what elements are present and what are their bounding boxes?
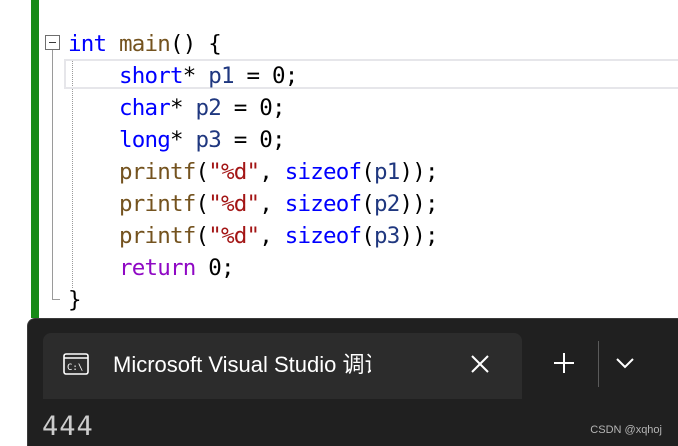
code-line[interactable]: return 0; <box>68 252 438 284</box>
code-token: , <box>259 223 285 249</box>
code-token: short <box>119 63 184 89</box>
tab-separator <box>598 341 599 387</box>
code-token: p2 <box>195 95 222 121</box>
code-token: ( <box>195 159 209 185</box>
code-token: p1 <box>208 63 234 89</box>
code-token: , <box>259 191 285 217</box>
code-line[interactable]: printf("%d", sizeof(p2)); <box>68 188 439 220</box>
console-icon: C:\ <box>63 353 89 375</box>
code-token: sizeof <box>284 159 362 185</box>
code-token: char <box>119 95 171 121</box>
code-token: ( <box>361 191 375 217</box>
code-token: , <box>259 159 285 185</box>
code-line[interactable]: long* p3 = 0; <box>68 124 438 156</box>
code-token: sizeof <box>284 223 362 249</box>
code-token: )); <box>399 159 438 185</box>
code-token: p2 <box>373 191 400 217</box>
code-token: * <box>170 127 196 153</box>
code-token: printf <box>119 223 196 249</box>
tab-title: Microsoft Visual Studio 调试控制台 <box>113 352 371 377</box>
code-token: p3 <box>195 127 222 153</box>
code-token: p3 <box>373 223 400 249</box>
svg-text:C:\: C:\ <box>67 363 83 373</box>
outline-fold-end <box>52 299 60 300</box>
plus-icon[interactable] <box>552 351 576 375</box>
editor-gutter <box>0 0 31 318</box>
code-token: printf <box>119 191 196 217</box>
code-token: "%d" <box>208 223 260 249</box>
screen: int main() { short* p1 = 0; char* p2 = 0… <box>0 0 678 446</box>
code-token: = 0; <box>221 127 286 153</box>
code-token: * <box>170 95 196 121</box>
code-line[interactable]: printf("%d", sizeof(p1)); <box>68 156 439 188</box>
chevron-down-icon[interactable] <box>614 355 636 371</box>
code-line[interactable]: int main() { <box>68 28 438 60</box>
collapse-icon[interactable] <box>45 35 60 50</box>
code-token: "%d" <box>208 159 260 185</box>
code-line[interactable]: char* p2 = 0; <box>68 92 438 124</box>
code-token: "%d" <box>208 191 260 217</box>
code-token: = 0; <box>233 63 298 89</box>
code-token: int <box>68 31 107 57</box>
code-line[interactable]: short* p1 = 0; <box>68 60 438 92</box>
code-token: return <box>119 255 196 281</box>
close-icon[interactable] <box>467 351 493 377</box>
code-token: ( <box>361 159 375 185</box>
code-line[interactable]: printf("%d", sizeof(p3)); <box>68 220 439 252</box>
change-tracking-bar <box>31 0 39 318</box>
code-token: ( <box>195 223 209 249</box>
console-output: 444 <box>42 411 94 442</box>
watermark: CSDN @xqhoj <box>590 424 662 436</box>
outline-fold-line <box>52 50 53 300</box>
code-token: * <box>182 63 209 89</box>
code-token: ( <box>195 191 209 217</box>
code-token: )); <box>399 191 438 217</box>
code-token: ( <box>361 223 375 249</box>
debug-console-window: C:\ Microsoft Visual Studio 调试控制台 444 CS… <box>27 318 678 446</box>
code-token: sizeof <box>284 191 362 217</box>
code-token: } <box>68 287 82 313</box>
code-token: long <box>119 127 171 153</box>
code-token: main <box>119 31 171 57</box>
code-token: = 0; <box>221 95 286 121</box>
code-token: 0; <box>195 255 234 281</box>
code-text[interactable]: int main() { short* p1 = 0; char* p2 = 0… <box>68 28 439 316</box>
console-tab[interactable]: C:\ Microsoft Visual Studio 调试控制台 <box>43 333 522 399</box>
code-token: )); <box>399 223 438 249</box>
code-line[interactable]: } <box>68 284 438 316</box>
code-token: () { <box>170 31 222 57</box>
code-token: p1 <box>373 159 400 185</box>
code-token: printf <box>119 159 196 185</box>
